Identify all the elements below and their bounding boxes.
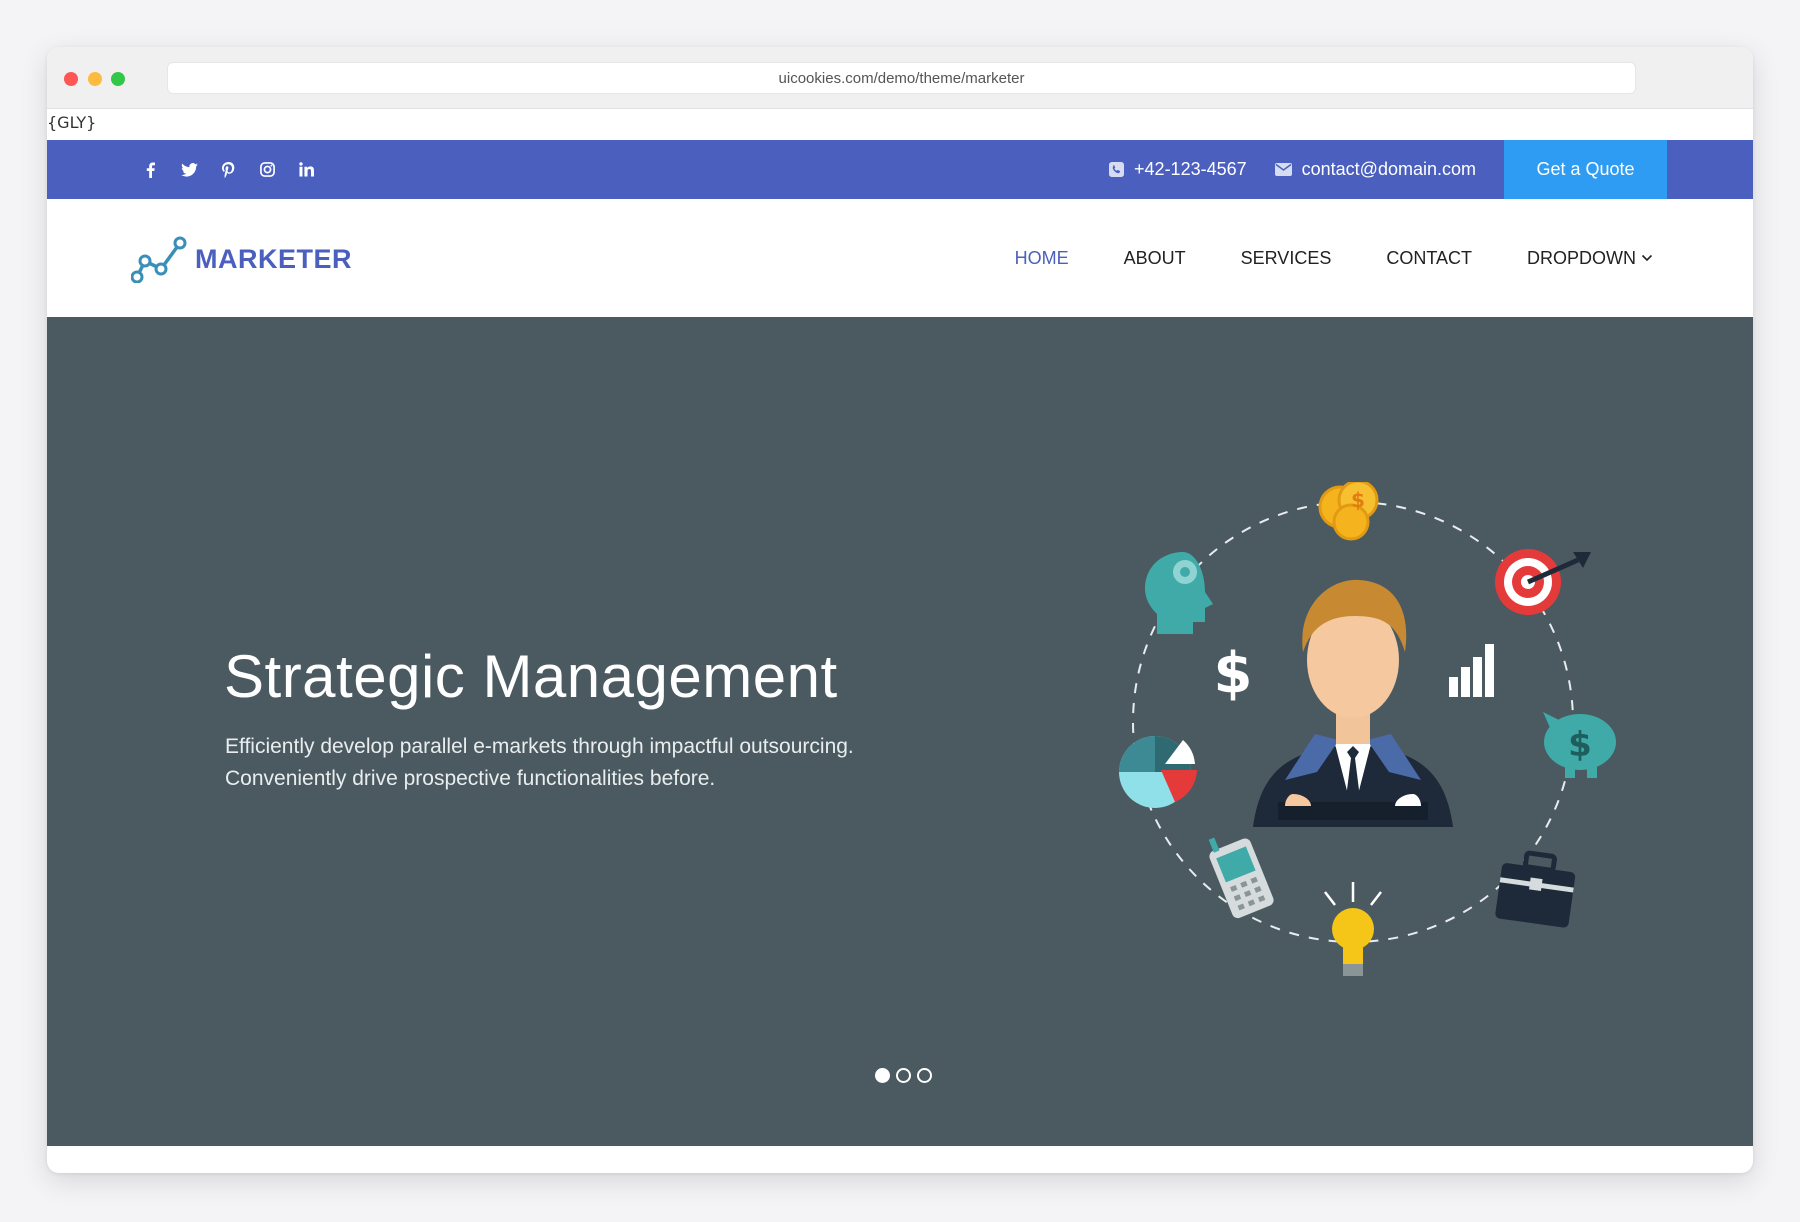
glyph-placeholder-text: {GLY} (47, 113, 97, 132)
linkedin-icon[interactable] (287, 140, 326, 199)
logo[interactable]: MARKETER (131, 235, 352, 283)
get-quote-button[interactable]: Get a Quote (1504, 140, 1667, 199)
browser-window: uicookies.com/demo/theme/marketer {GLY} (47, 47, 1753, 1173)
target-icon (1495, 549, 1591, 615)
svg-text:$: $ (1351, 488, 1365, 512)
hero-slider: Strategic Management Efficiently develop… (47, 317, 1753, 1146)
contact-info: +42-123-4567 contact@domain.com Get a Qu… (1109, 140, 1667, 199)
slide-indicator-3[interactable] (917, 1068, 932, 1083)
businessman-figure (1253, 579, 1453, 827)
hero-title: Strategic Management (224, 643, 838, 710)
dollar-sign-icon: $ (1214, 641, 1253, 706)
main-menu: HOME ABOUT SERVICES CONTACT DROPDOWN (960, 199, 1653, 317)
envelope-icon (1274, 163, 1292, 176)
minimize-window-button[interactable] (88, 72, 102, 86)
maximize-window-button[interactable] (111, 72, 125, 86)
hero-description: Efficiently develop parallel e-markets t… (225, 731, 925, 795)
light-bulb-icon (1324, 882, 1382, 976)
phone-contact[interactable]: +42-123-4567 (1109, 159, 1247, 180)
hero-text-line-2: Conveniently drive prospective functiona… (225, 767, 716, 790)
businessman-illustration: $ $ $ (1119, 482, 1616, 976)
top-bar: +42-123-4567 contact@domain.com Get a Qu… (47, 140, 1753, 199)
twitter-icon[interactable] (170, 140, 209, 199)
svg-text:$: $ (1568, 725, 1592, 765)
nav-dropdown-label: DROPDOWN (1527, 247, 1636, 268)
logo-text: MARKETER (195, 243, 352, 274)
slider-indicators (872, 1068, 935, 1083)
pie-chart-icon (1119, 736, 1197, 808)
address-bar[interactable]: uicookies.com/demo/theme/marketer (167, 62, 1636, 94)
nav-dropdown[interactable]: DROPDOWN (1527, 248, 1653, 269)
chevron-down-icon (1641, 254, 1653, 262)
facebook-icon[interactable] (131, 140, 170, 199)
slide-indicator-1[interactable] (875, 1068, 890, 1083)
briefcase-icon (1495, 850, 1576, 928)
nav-home[interactable]: HOME (1015, 248, 1069, 269)
pinterest-icon[interactable] (209, 140, 248, 199)
nav-about[interactable]: ABOUT (1124, 248, 1186, 269)
browser-chrome: uicookies.com/demo/theme/marketer (47, 47, 1753, 109)
phone-icon (1109, 162, 1125, 177)
instagram-icon[interactable] (248, 140, 287, 199)
close-window-button[interactable] (64, 72, 78, 86)
logo-graph-icon (131, 236, 187, 283)
coins-icon: $ (1318, 482, 1379, 541)
phone-number: +42-123-4567 (1134, 159, 1247, 179)
hero-text-line-1: Efficiently develop parallel e-markets t… (225, 735, 854, 758)
main-navbar: MARKETER HOME ABOUT SERVICES CONTACT DRO… (47, 199, 1753, 317)
mobile-phone-icon (1208, 837, 1274, 919)
email-contact[interactable]: contact@domain.com (1274, 159, 1476, 180)
social-links (131, 140, 326, 199)
email-address: contact@domain.com (1301, 159, 1476, 179)
nav-contact[interactable]: CONTACT (1386, 248, 1472, 269)
piggy-bank-icon: $ (1543, 712, 1616, 778)
nav-services[interactable]: SERVICES (1241, 248, 1332, 269)
bar-chart-icon (1449, 644, 1494, 697)
head-gear-icon (1145, 552, 1213, 634)
slide-indicator-2[interactable] (896, 1068, 911, 1083)
